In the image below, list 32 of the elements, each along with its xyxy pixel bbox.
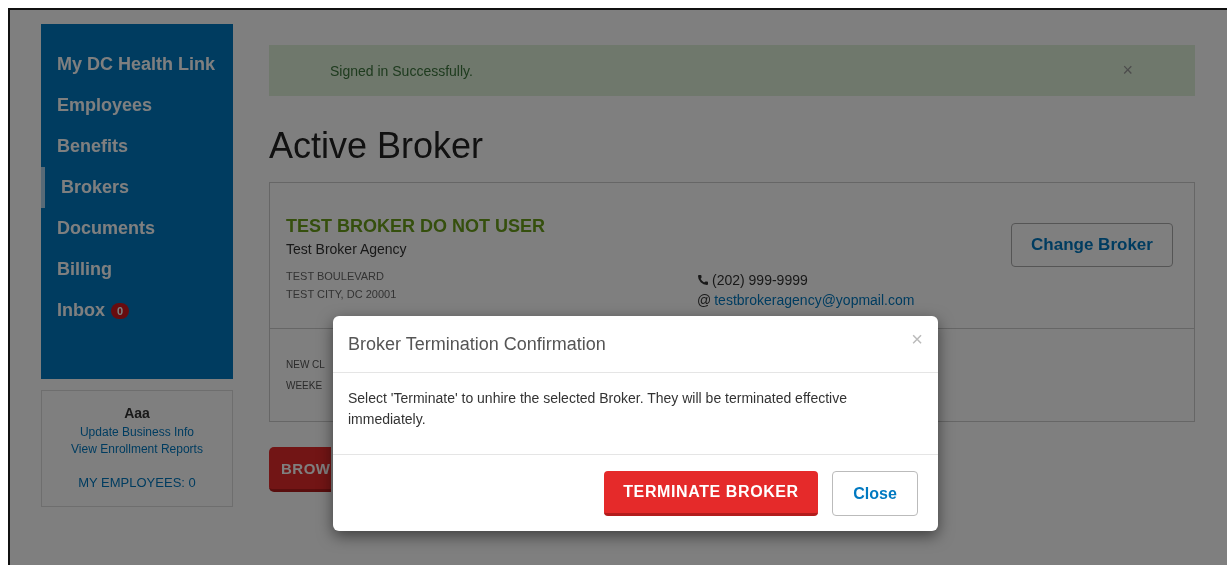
account-name: Aaa [124, 405, 150, 421]
account-link[interactable]: View Enrollment Reports [71, 441, 203, 458]
close-icon[interactable]: × [1122, 60, 1133, 81]
close-icon[interactable]: × [911, 328, 923, 351]
email-link[interactable]: testbrokeragency@yopmail.com [714, 290, 915, 310]
alert-message: Signed in Successfully. [330, 62, 473, 79]
page-title: Active Broker [269, 124, 485, 168]
terminate-button[interactable]: TERMINATE BROKER [604, 471, 818, 516]
close-button[interactable]: Close [832, 471, 918, 516]
count-badge: 0 [111, 302, 130, 319]
sidebar-item[interactable]: My DC Health Link [41, 44, 233, 85]
sidebar-item[interactable]: Inbox 0 [41, 290, 233, 331]
dialog-title: Broker Termination Confirmation [348, 333, 606, 355]
dialog-message: Select 'Terminate' to unhire the selected Broker. They will be terminated effective immediately. [348, 389, 848, 429]
at-sign: @ [697, 291, 712, 310]
phone-icon [697, 274, 709, 286]
detail-text: NEW CL [286, 358, 325, 372]
detail-text: WEEKE [286, 379, 323, 393]
agency-name: Test Broker Agency [286, 241, 408, 257]
address-line: TEST BOULEVARD [286, 269, 385, 284]
change-broker-button[interactable]: Change Broker [1011, 223, 1173, 267]
employee-count: MY EMPLOYEES: 0 [78, 475, 196, 490]
account-link[interactable]: Update Business Info [79, 424, 195, 441]
address-line: TEST CITY, DC 20001 [286, 287, 398, 302]
broker-name: TEST BROKER DO NOT USER [286, 216, 545, 237]
sidebar-item[interactable]: Employees [41, 85, 233, 126]
phone-number: (202) 999-9999 [712, 271, 808, 290]
browse-button[interactable]: BROW [269, 447, 331, 492]
sidebar-item[interactable]: Benefits [41, 126, 233, 167]
sidebar-item[interactable]: Brokers [41, 167, 233, 208]
sidebar-item[interactable]: Documents [41, 208, 233, 249]
sidebar-item[interactable]: Billing [41, 249, 233, 290]
